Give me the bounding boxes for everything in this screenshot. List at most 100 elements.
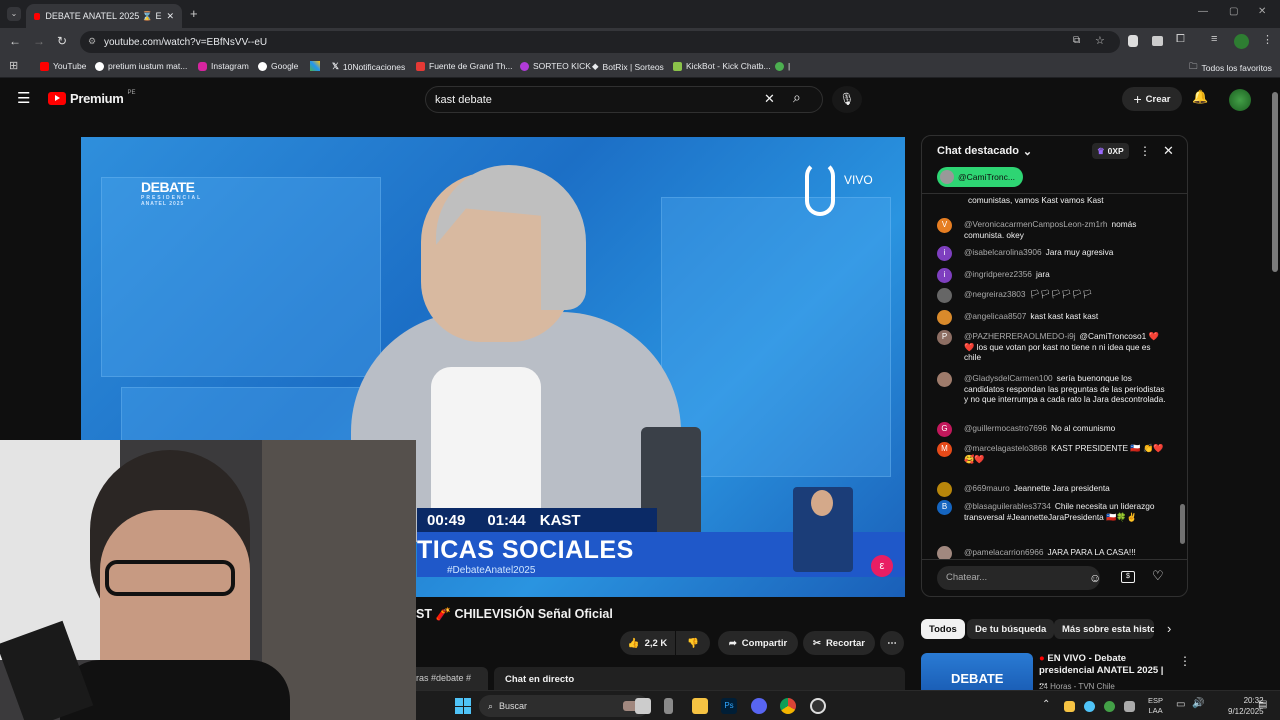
reload-icon[interactable]: ↻ [57,34,67,48]
minimize-icon[interactable]: — [1198,6,1208,17]
chat-author[interactable]: @guillermocastro7696 [964,423,1047,433]
chat-avatar[interactable] [937,546,952,559]
chevron-right-icon[interactable]: › [1167,621,1171,636]
chat-avatar[interactable]: i [937,268,952,283]
xp-badge[interactable]: ♛ 0XP [1092,143,1129,159]
extensions-puzzle-icon[interactable]: ⧠ [1176,33,1185,46]
colorful-bookmark-icon[interactable] [310,61,320,71]
apps-grid-icon[interactable]: ⊞ [9,59,18,72]
chip-from-search[interactable]: De tu búsqueda [967,619,1055,639]
chat-author[interactable]: @blasaguilerables3734 [964,501,1051,511]
chat-avatar[interactable]: i [937,246,952,261]
profile-avatar[interactable] [1234,34,1249,49]
chat-avatar[interactable] [937,482,952,497]
all-favorites[interactable]: 🗀 Todos los favoritos [1189,61,1272,75]
share-button[interactable]: ➦ Compartir [718,631,798,655]
live-chat-replay-header[interactable]: Chat en directo [494,667,905,690]
bookmark-youtube[interactable]: YouTube [40,61,86,71]
app-icon[interactable] [664,698,673,714]
tray-chevron-icon[interactable]: ⌃ [1042,699,1050,710]
chat-author[interactable]: @ingridperez2356 [964,269,1032,279]
chat-author[interactable]: @VeronicacarmenCamposLeon-zm1rh [964,219,1108,229]
back-icon[interactable]: ← [9,34,21,48]
related-more-icon[interactable]: ⋮ [1179,654,1191,668]
tray-icon[interactable] [1084,701,1095,712]
bookmark-google[interactable]: Google [258,61,298,71]
discord-icon[interactable] [751,698,767,714]
more-actions-button[interactable]: ⋯ [880,631,904,655]
reading-list-icon[interactable]: ≡ [1211,33,1217,45]
chip-all[interactable]: Todos [921,619,965,639]
chat-mode-selector[interactable]: Chat destacado ⌄ [937,145,1032,158]
close-chat-icon[interactable]: ✕ [1163,143,1174,159]
chat-more-icon[interactable]: ⋮ [1139,144,1151,158]
tray-icon[interactable] [1124,701,1135,712]
chat-avatar[interactable]: P [937,330,952,345]
chip-more-story[interactable]: Más sobre esta histor [1054,619,1154,639]
tray-icon[interactable] [1104,701,1115,712]
site-info-icon[interactable]: ⚙ [88,36,96,47]
clip-button[interactable]: ✂ Recortar [803,631,875,655]
tray-icon[interactable] [1064,701,1075,712]
chat-avatar[interactable] [937,288,952,303]
chat-avatar[interactable]: V [937,218,952,233]
chat-author[interactable]: @isabelcarolina3906 [964,247,1042,257]
extension-icon[interactable] [1128,35,1138,47]
file-explorer-icon[interactable] [692,698,708,714]
volume-icon[interactable]: 🔊 [1192,698,1204,709]
description-box[interactable]: ras #debate # [416,667,488,690]
menu-kebab-icon[interactable]: ⋮ [1262,33,1273,46]
photoshop-icon[interactable]: Ps [721,698,737,714]
chat-author[interactable]: @GladysdelCarmen100 [964,373,1053,383]
chat-author[interactable]: @pamelacarrion6966 [964,547,1043,557]
dislike-button[interactable]: 👎 [676,631,710,655]
forward-icon[interactable]: → [33,34,45,48]
tab-close-icon[interactable]: ✕ [166,11,174,22]
like-button[interactable]: 👍 2,2 K [620,631,675,655]
notification-center-icon[interactable]: ▤ [1258,699,1267,710]
bookmark-separator[interactable]: | [775,61,790,71]
taskbar-search[interactable]: ⌕ Buscar [479,695,649,717]
restore-icon[interactable]: ▢ [1229,6,1238,17]
hamburger-menu-icon[interactable]: ☰ [17,89,30,107]
bookmark-sorteo-kick[interactable]: SORTEO KICK [520,61,591,71]
voice-search-icon[interactable]: 🎙 [832,86,862,113]
bookmark-botrix[interactable]: ◆ BotRix | Sorteos [592,61,664,72]
notifications-bell-icon[interactable]: 🔔 [1192,89,1208,105]
super-chat-icon[interactable]: $ [1121,571,1135,583]
pinned-user-chip[interactable]: @CamiTronc... [937,167,1023,187]
chat-author[interactable]: @marcelagastelo3868 [964,443,1047,453]
chat-avatar[interactable]: B [937,500,952,515]
chat-avatar[interactable]: G [937,422,952,437]
bookmark-star-icon[interactable]: ☆ [1095,34,1105,47]
chat-avatar[interactable] [937,372,952,387]
close-window-icon[interactable]: ✕ [1258,6,1266,17]
address-bar[interactable]: ⚙ youtube.com/watch?v=EBfNsVV--eU ⧉ ☆ [80,31,1120,53]
chat-author[interactable]: @669mauro [964,483,1010,493]
create-button[interactable]: + Crear [1122,87,1182,111]
emoji-icon[interactable]: ☺ [1089,571,1101,585]
chat-avatar[interactable]: M [937,442,952,457]
tab-list-icon[interactable]: ⌄ [7,7,21,21]
youtube-logo[interactable]: Premium PE [48,90,136,106]
related-thumbnail[interactable]: DEBATE [921,653,1033,690]
new-tab-icon[interactable]: + [190,6,198,21]
chat-scrollbar[interactable] [1180,504,1185,544]
bookmark-instagram[interactable]: Instagram [198,61,249,71]
chat-author[interactable]: @negreiraz3803 [964,289,1025,299]
chat-input[interactable]: Chatear... [937,566,1100,590]
page-scrollbar[interactable] [1272,92,1278,272]
obs-icon[interactable] [810,698,826,714]
account-avatar[interactable] [1229,89,1251,111]
bookmark-x[interactable]: 𝕏 10Notificaciones [332,61,405,72]
chat-author[interactable]: @angelicaa8507 [964,311,1026,321]
bookmark-pretium[interactable]: pretium iustum mat... [95,61,187,71]
chat-avatar[interactable] [937,310,952,325]
task-view-icon[interactable] [635,698,651,714]
bookmark-fuente[interactable]: Fuente de Grand Th... [416,61,512,71]
chrome-icon[interactable] [780,698,796,714]
heart-icon[interactable]: ♡ [1152,568,1164,584]
windows-start-icon[interactable] [455,698,471,714]
search-input[interactable]: kast debate ✕ [425,86,823,113]
extension-icon[interactable] [1152,36,1163,46]
